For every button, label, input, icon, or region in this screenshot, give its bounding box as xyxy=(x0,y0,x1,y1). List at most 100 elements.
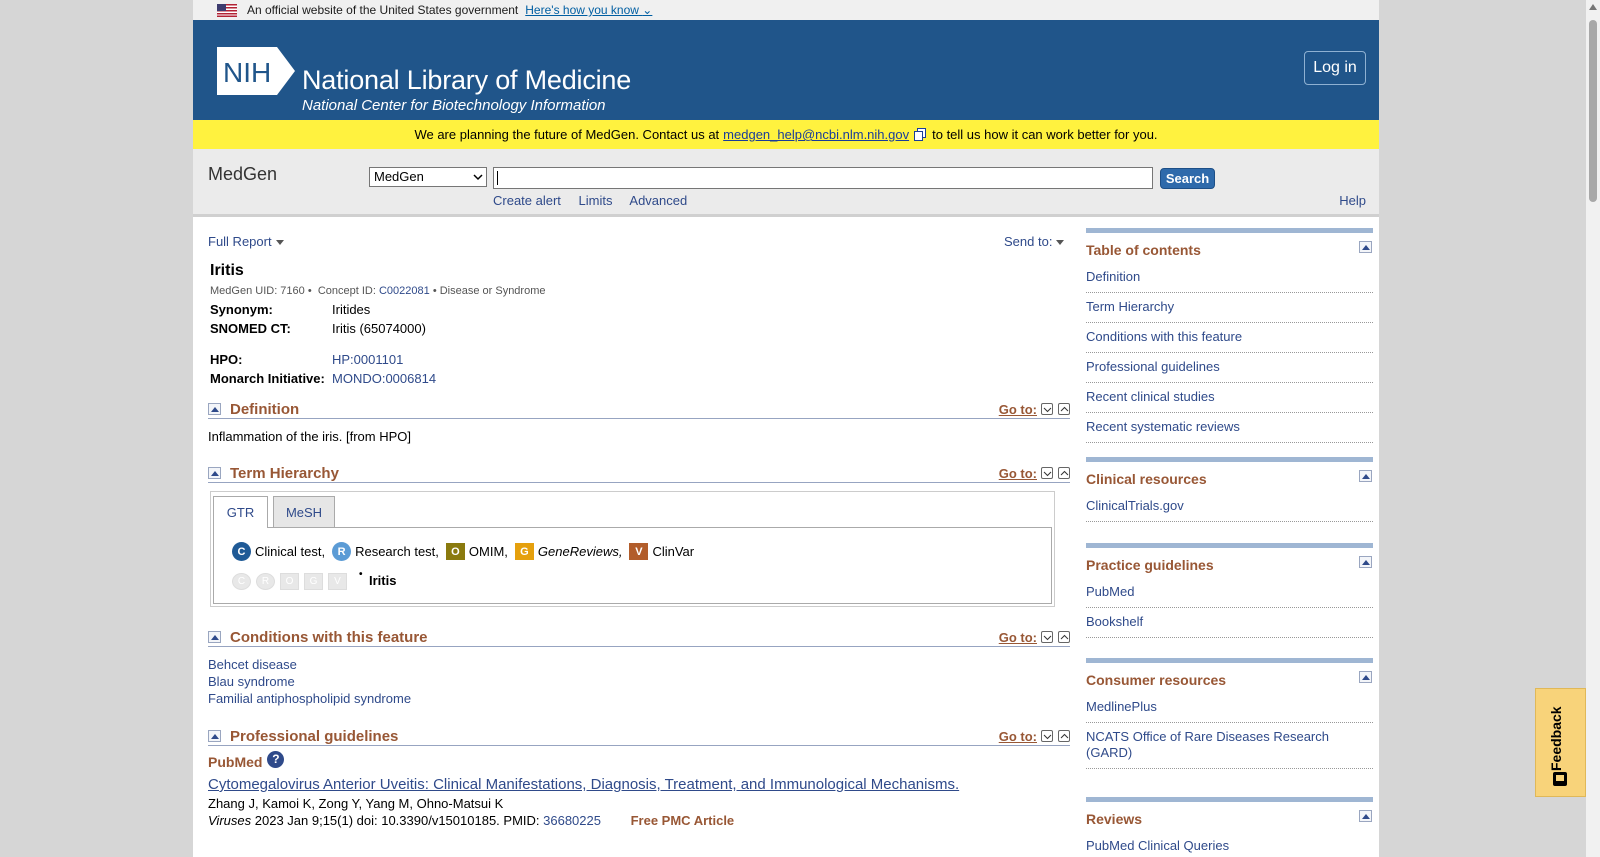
heres-how-you-know-link[interactable]: Here's how you know ⌄ xyxy=(525,3,652,17)
monarch-link[interactable]: MONDO:0006814 xyxy=(332,371,436,386)
gov-banner-text: An official website of the United States… xyxy=(247,3,519,17)
hierarchy-box: GTR MeSH C Clinical test, R Research tes… xyxy=(210,491,1055,607)
toc-item-definition[interactable]: Definition xyxy=(1086,263,1373,293)
us-flag-icon xyxy=(217,3,237,17)
clinicaltrials-link[interactable]: ClinicalTrials.gov xyxy=(1086,492,1373,522)
clinvar-badge: V xyxy=(629,543,649,560)
toc-item-systematic-reviews[interactable]: Recent systematic reviews xyxy=(1086,413,1373,443)
copy-icon[interactable] xyxy=(914,128,927,141)
pmid-link[interactable]: 36680225 xyxy=(543,813,601,828)
concept-id-link[interactable]: C0022081 xyxy=(379,285,430,297)
synonym-row: Synonym: Iritides xyxy=(210,302,371,317)
collapse-icon[interactable] xyxy=(1359,241,1372,253)
legend-label: Research test, xyxy=(355,544,439,559)
scrollbar-thumb[interactable] xyxy=(1589,20,1597,202)
chevron-down-icon[interactable] xyxy=(1041,467,1053,479)
guidelines-section-header: Professional guidelines Go to: xyxy=(208,728,1070,746)
goto-link[interactable]: Go to: xyxy=(999,466,1037,481)
condition-link[interactable]: Blau syndrome xyxy=(208,674,295,689)
article-title-link[interactable]: Cytomegalovirus Anterior Uveitis: Clinic… xyxy=(208,776,959,793)
clinical-test-badge: C xyxy=(232,542,251,561)
record-title: Iritis xyxy=(210,262,244,279)
collapse-icon[interactable] xyxy=(208,631,221,643)
nih-logo[interactable]: NIH xyxy=(217,47,295,95)
tab-mesh[interactable]: MeSH xyxy=(273,496,335,527)
help-question-icon[interactable]: ? xyxy=(267,750,285,768)
limits-link[interactable]: Limits xyxy=(579,193,613,208)
toc-item-clinical-studies[interactable]: Recent clinical studies xyxy=(1086,383,1373,413)
chevron-down-icon[interactable] xyxy=(1041,730,1053,742)
chevron-up-icon[interactable] xyxy=(1058,730,1070,742)
advanced-link[interactable]: Advanced xyxy=(629,193,687,208)
login-button[interactable]: Log in xyxy=(1304,51,1366,85)
collapse-icon[interactable] xyxy=(208,467,221,479)
condition-link[interactable]: Familial antiphospholipid syndrome xyxy=(208,691,411,706)
full-report-menu[interactable]: Full Report xyxy=(208,234,284,249)
scroll-up-icon[interactable] xyxy=(1589,4,1597,10)
svg-text:NIH: NIH xyxy=(223,57,271,88)
practice-guidelines-box: Practice guidelines PubMed Bookshelf xyxy=(1086,543,1373,638)
goto-link[interactable]: Go to: xyxy=(999,630,1037,645)
ghost-badge: V xyxy=(328,573,347,590)
hierarchy-legend: C Clinical test, R Research test, O OMIM… xyxy=(232,542,701,561)
hpo-link[interactable]: HP:0001101 xyxy=(332,352,403,367)
search-bar: MedGen MedGen Search Create alert Limits… xyxy=(193,149,1379,217)
condition-link[interactable]: Behcet disease xyxy=(208,657,297,672)
medlineplus-link[interactable]: MedlinePlus xyxy=(1086,693,1373,723)
chevron-up-icon[interactable] xyxy=(1058,631,1070,643)
collapse-icon[interactable] xyxy=(1359,810,1372,822)
gard-link[interactable]: NCATS Office of Rare Diseases Research (… xyxy=(1086,723,1373,769)
goto-link[interactable]: Go to: xyxy=(999,402,1037,417)
feedback-label: Feedback xyxy=(1548,706,1564,771)
legend-label: GeneReviews, xyxy=(537,544,623,559)
chevron-down-icon[interactable] xyxy=(1041,403,1053,415)
toc-item-conditions[interactable]: Conditions with this feature xyxy=(1086,323,1373,353)
ghost-badge: C xyxy=(232,573,251,590)
announcement-text-after: to tell us how it can work better for yo… xyxy=(932,127,1158,142)
database-select[interactable]: MedGen xyxy=(369,167,487,187)
consumer-resources-box: Consumer resources MedlinePlus NCATS Off… xyxy=(1086,658,1373,769)
legend-label: ClinVar xyxy=(652,544,695,559)
clinical-resources-box: Clinical resources ClinicalTrials.gov xyxy=(1086,457,1373,522)
collapse-icon[interactable] xyxy=(208,403,221,415)
collapse-icon[interactable] xyxy=(1359,671,1372,683)
reviews-box: Reviews PubMed Clinical Queries xyxy=(1086,797,1373,857)
search-button[interactable]: Search xyxy=(1160,168,1215,189)
medgen-help-email-link[interactable]: medgen_help@ncbi.nlm.nih.gov xyxy=(723,127,909,142)
page: An official website of the United States… xyxy=(193,0,1379,857)
article-authors: Zhang J, Kamoi K, Zong Y, Yang M, Ohno-M… xyxy=(208,796,504,811)
record-meta: MedGen UID: 7160 • Concept ID: C0022081 … xyxy=(210,285,546,297)
collapse-icon[interactable] xyxy=(208,730,221,742)
pubmed-clinical-queries-link[interactable]: PubMed Clinical Queries xyxy=(1086,832,1373,857)
feedback-button[interactable]: Feedback xyxy=(1535,688,1586,797)
free-pmc-label: Free PMC Article xyxy=(630,813,735,828)
page-scrollbar[interactable] xyxy=(1586,0,1600,857)
chevron-up-icon[interactable] xyxy=(1058,467,1070,479)
genereviews-badge: G xyxy=(514,543,534,560)
database-name[interactable]: MedGen xyxy=(208,164,277,185)
clinical-resources-title: Clinical resources xyxy=(1086,471,1207,487)
chevron-up-icon[interactable] xyxy=(1058,403,1070,415)
hierarchy-panel: C Clinical test, R Research test, O OMIM… xyxy=(213,527,1052,604)
tab-gtr[interactable]: GTR xyxy=(213,496,268,528)
collapse-icon[interactable] xyxy=(1359,470,1372,482)
search-input[interactable] xyxy=(493,167,1153,189)
nih-header: NIH National Library of Medicine Nationa… xyxy=(193,20,1379,120)
help-link[interactable]: Help xyxy=(1339,193,1366,208)
reviews-title: Reviews xyxy=(1086,811,1143,827)
bookshelf-link[interactable]: Bookshelf xyxy=(1086,608,1373,638)
announcement-text-before: We are planning the future of MedGen. Co… xyxy=(414,127,720,142)
create-alert-link[interactable]: Create alert xyxy=(493,193,561,208)
collapse-icon[interactable] xyxy=(1359,556,1372,568)
ghost-badge: R xyxy=(256,573,275,590)
omim-badge: O xyxy=(445,543,465,560)
goto-link[interactable]: Go to: xyxy=(999,729,1037,744)
hierarchy-section-header: Term Hierarchy Go to: xyxy=(208,465,1070,483)
pubmed-link[interactable]: PubMed xyxy=(1086,578,1373,608)
send-to-menu[interactable]: Send to: xyxy=(1004,234,1065,249)
nlm-title[interactable]: National Library of Medicine xyxy=(302,67,631,94)
chevron-down-icon[interactable] xyxy=(1041,631,1053,643)
toc-item-guidelines[interactable]: Professional guidelines xyxy=(1086,353,1373,383)
toc-item-term-hierarchy[interactable]: Term Hierarchy xyxy=(1086,293,1373,323)
toc-box: Table of contents Definition Term Hierar… xyxy=(1086,228,1373,443)
